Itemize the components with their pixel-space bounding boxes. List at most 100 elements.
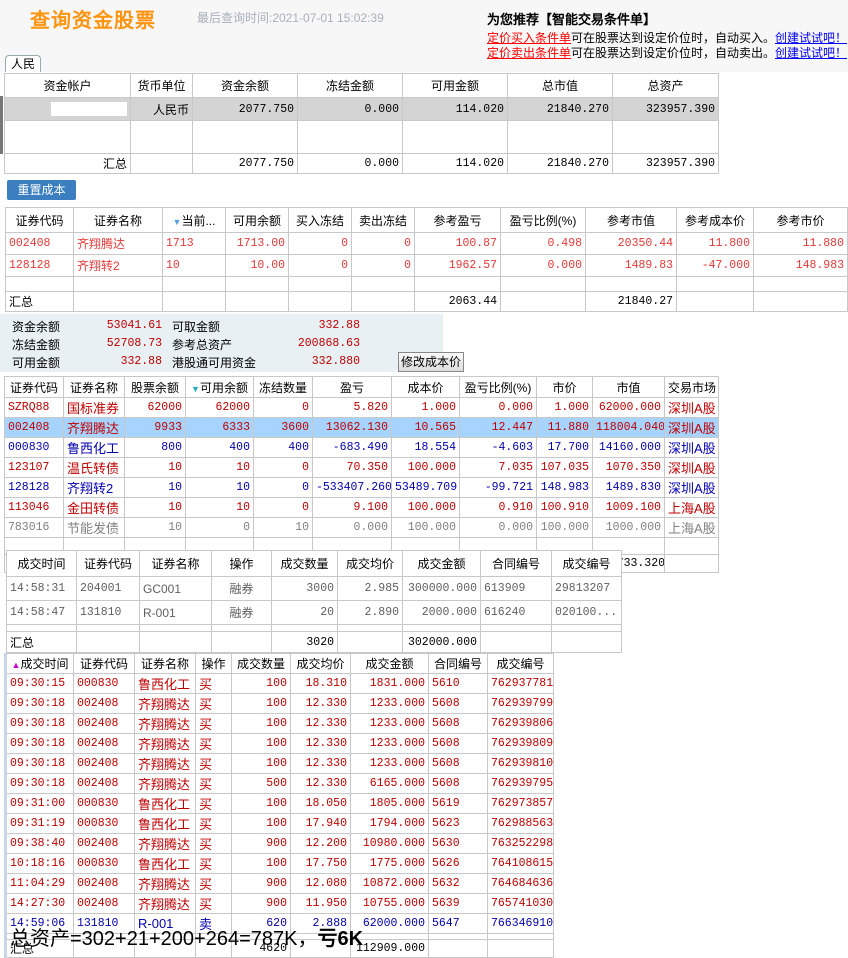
column-header[interactable]: 证券名称 <box>139 550 212 577</box>
column-header[interactable]: ▲成交时间 <box>5 653 74 674</box>
create-try-link[interactable]: 创建试试吧！ <box>775 31 847 45</box>
column-header[interactable]: 成交金额 <box>402 550 481 577</box>
column-header[interactable]: 证券名称 <box>134 653 196 674</box>
table-cell: 金田转债 <box>63 497 125 518</box>
table-row[interactable]: 09:31:19 000830 鲁西化工买 100 17.940 1794.000 5623… <box>5 813 554 834</box>
table-row[interactable]: 14:58:47 131810 R-001 融券 20 2.890 2000.000 6162… <box>6 600 622 625</box>
table-cell: 100.000 <box>391 497 460 518</box>
table-row[interactable]: 09:30:18 002408 齐翔腾达买 100 12.330 1233.000 5608… <box>5 693 554 714</box>
column-header[interactable]: 成交金额 <box>350 653 429 674</box>
column-header[interactable]: 市值 <box>592 376 665 398</box>
column-header-label: 盈亏比例(%) <box>509 213 577 228</box>
table-cell: 11:04:29 <box>5 873 74 894</box>
table-row[interactable]: 11:04:29 002408 齐翔腾达买 900 12.080 10872.000 563… <box>5 873 554 894</box>
column-header-label: 成本价 <box>407 380 444 395</box>
column-header[interactable]: 参考市值 <box>585 207 677 233</box>
table-cell: 762939795 <box>487 773 554 794</box>
column-header[interactable]: 成交均价 <box>337 550 403 577</box>
table-row[interactable]: 14:58:31 204001 GC001 融券 3000 2.985 300000.000… <box>6 576 622 601</box>
table-row[interactable]: 09:30:18 002408 齐翔腾达买 100 12.330 1233.000 5608… <box>5 713 554 734</box>
column-header[interactable]: 操作 <box>195 653 232 674</box>
table-cell <box>271 624 338 632</box>
column-header[interactable]: 成交编号 <box>551 550 622 577</box>
table-row[interactable]: 09:30:18 002408 齐翔腾达买 500 12.330 6165.000 5608… <box>5 773 554 794</box>
column-header[interactable]: 成交数量 <box>271 550 338 577</box>
table-cell: 783016 <box>4 517 64 538</box>
column-header[interactable]: 参考市价 <box>753 207 848 233</box>
buy-condition-link[interactable]: 定价买入条件单 <box>487 31 571 45</box>
column-header[interactable]: 买入冻结 <box>288 207 352 233</box>
splitter[interactable] <box>0 96 3 154</box>
column-header[interactable]: 盈亏比例(%) <box>459 376 537 398</box>
column-header[interactable]: 证券名称 <box>73 207 163 233</box>
table-row[interactable]: 128128 齐翔转2 10 10.00 0 0 1962.57 0.000 1489.83 -4… <box>5 254 848 277</box>
table-row[interactable]: 002408 齐翔腾达 9933 6333 3600 13062.130 10.565 12.… <box>4 417 719 438</box>
table-row[interactable]: 128128 齐翔转2 10 10 0 -533407.260 53489.709 -99.7… <box>4 477 719 498</box>
column-header[interactable]: 盈亏比例(%) <box>500 207 586 233</box>
column-header[interactable]: 证券代码 <box>4 376 64 398</box>
column-header[interactable]: 冻结数量 <box>253 376 313 398</box>
table-cell: 3000 <box>271 576 338 601</box>
column-header[interactable]: 成交均价 <box>290 653 351 674</box>
column-header[interactable]: 货币单位 <box>130 73 193 98</box>
column-header[interactable]: 股票余额 <box>124 376 186 398</box>
column-header[interactable]: 盈亏 <box>312 376 392 398</box>
table-row[interactable]: 002408 齐翔腾达 1713 1713.00 0 0 100.87 0.498 20350.… <box>5 232 848 255</box>
table-cell: 100 <box>231 753 291 774</box>
table-row[interactable]: SZRQ88 国标准券 62000 62000 0 5.820 1.000 0.000 1.00… <box>4 397 719 418</box>
sell-condition-link[interactable]: 定价卖出条件单 <box>487 46 571 60</box>
table-row[interactable]: 000830 鲁西化工 800 400 400 -683.490 18.554 -4.603 1… <box>4 437 719 458</box>
column-header[interactable]: 可用金额 <box>402 73 508 98</box>
column-header[interactable]: ▼可用余额 <box>185 376 254 398</box>
table-row[interactable]: 783016 节能发债 10 0 10 0.000 100.000 0.000 100.000 1… <box>4 517 719 538</box>
column-header[interactable]: 可用余额 <box>225 207 289 233</box>
table-cell: 12.330 <box>290 693 351 714</box>
column-header[interactable]: 总资产 <box>612 73 719 98</box>
create-try-link[interactable]: 创建试试吧！ <box>775 46 847 60</box>
table-row[interactable]: 14:27:30 002408 齐翔腾达买 900 11.950 10755.000 563… <box>5 893 554 914</box>
column-header[interactable]: 市价 <box>536 376 593 398</box>
column-header[interactable]: 资金帐户 <box>4 73 131 98</box>
table-row[interactable]: 09:30:18 002408 齐翔腾达买 100 12.330 1233.000 5608… <box>5 753 554 774</box>
table-cell: 14:58:31 <box>6 576 77 601</box>
table-cell <box>4 97 131 121</box>
column-header[interactable]: 成交数量 <box>231 653 291 674</box>
table-row[interactable]: 123107 温氏转债 10 10 0 70.350 100.000 7.035 107.035… <box>4 457 719 478</box>
column-header[interactable]: 参考盈亏 <box>414 207 501 233</box>
column-header[interactable]: 成交时间 <box>6 550 77 577</box>
column-header[interactable]: 冻结金额 <box>297 73 403 98</box>
column-header[interactable]: 证券名称 <box>63 376 125 398</box>
column-header[interactable]: 交易市场 <box>664 376 719 398</box>
column-header[interactable]: 卖出冻结 <box>351 207 415 233</box>
table-row[interactable]: 09:30:15 000830 鲁西化工买 100 18.310 1831.000 5610… <box>5 673 554 694</box>
column-header[interactable]: 总市值 <box>507 73 613 98</box>
column-header-label: 市价 <box>552 380 577 395</box>
column-header[interactable]: 参考成本价 <box>676 207 754 233</box>
table-row[interactable]: 09:30:18 002408 齐翔腾达买 100 12.330 1233.000 5608… <box>5 733 554 754</box>
table-cell <box>480 624 552 632</box>
table-cell: 118004.040 <box>592 417 665 438</box>
column-header[interactable]: 证券代码 <box>5 207 74 233</box>
tab-rmb[interactable]: 人民币 <box>5 55 41 87</box>
column-header[interactable]: 合同编号 <box>428 653 488 674</box>
column-header[interactable]: 成交编号 <box>487 653 554 674</box>
table-cell: 买 <box>195 873 232 894</box>
table-row[interactable]: 09:38:40 002408 齐翔腾达买 900 12.200 10980.000 563… <box>5 833 554 854</box>
column-header[interactable]: ▼当前... <box>162 207 226 233</box>
table-cell: 114.020 <box>402 97 508 121</box>
column-header[interactable]: 成本价 <box>391 376 460 398</box>
column-header[interactable]: 合同编号 <box>480 550 552 577</box>
column-header[interactable]: 证券代码 <box>76 550 140 577</box>
table-row[interactable]: 人民币 2077.750 0.000 114.020 21840.270 323957.3… <box>4 97 719 121</box>
reset-cost-button[interactable]: 重置成本 <box>7 180 76 200</box>
table-cell: 上海A股 <box>664 517 719 538</box>
column-header[interactable]: 资金余额 <box>192 73 298 98</box>
table-row[interactable]: 09:31:00 000830 鲁西化工买 100 18.050 1805.000 5619… <box>5 793 554 814</box>
table-row[interactable]: 113046 金田转债 10 10 0 9.100 100.000 0.910 100.910 1… <box>4 497 719 518</box>
modify-cost-button[interactable]: 修改成本价 <box>398 352 464 372</box>
table-row[interactable]: 10:18:16 000830 鲁西化工买 100 17.750 1775.000 5626… <box>5 853 554 874</box>
table-cell <box>402 624 481 632</box>
column-header[interactable]: 证券代码 <box>73 653 135 674</box>
table-cell: 62000 <box>124 397 186 418</box>
column-header[interactable]: 操作 <box>211 550 272 577</box>
